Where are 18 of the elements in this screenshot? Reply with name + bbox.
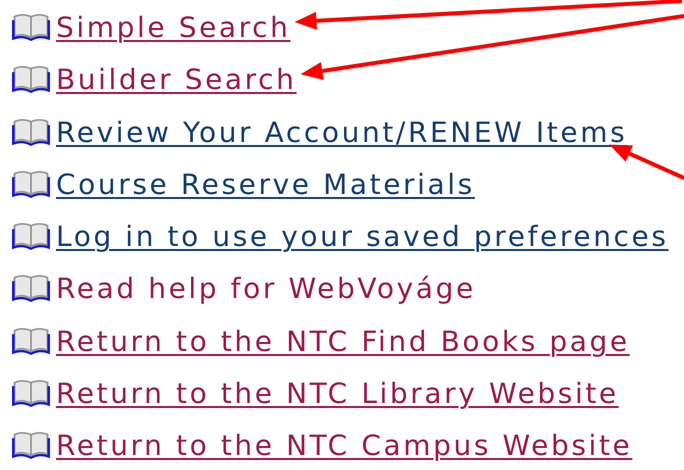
menu-link[interactable]: Review Your Account/RENEW Items <box>56 112 628 153</box>
menu-link[interactable]: Return to the NTC Find Books page <box>56 322 630 362</box>
menu-link[interactable]: Return to the NTC Campus Website <box>56 426 632 466</box>
menu-link[interactable]: Return to the NTC Library Website <box>56 374 619 414</box>
book-icon <box>12 430 50 460</box>
book-icon <box>12 64 50 94</box>
menu-link[interactable]: Course Reserve Materials <box>56 164 475 205</box>
help-text: Read help for WebVoyáge <box>56 271 476 308</box>
book-icon <box>12 326 50 356</box>
book-icon <box>12 12 50 42</box>
menu-link[interactable]: Builder Search <box>56 60 297 100</box>
menu-link[interactable]: Log in to use your saved preferences <box>56 217 669 258</box>
book-icon <box>12 378 50 408</box>
book-icon <box>12 221 50 252</box>
book-icon <box>12 273 50 304</box>
book-icon <box>12 168 50 199</box>
menu-link[interactable]: Simple Search <box>56 8 291 48</box>
book-icon <box>12 116 50 147</box>
